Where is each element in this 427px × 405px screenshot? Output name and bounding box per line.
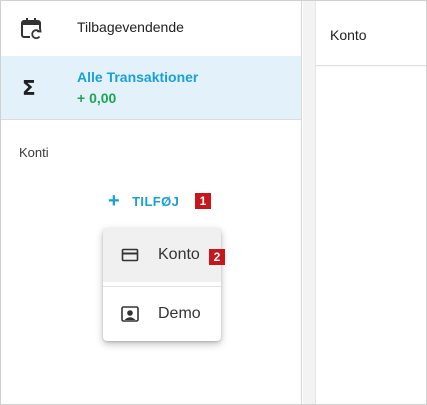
table-header: Konto (316, 0, 427, 66)
table-body (316, 67, 427, 405)
accounts-section-title: Konti (19, 145, 49, 160)
menu-item-konto[interactable]: Konto (103, 228, 221, 282)
card-icon (121, 248, 139, 262)
nav-item-label: Alle Transaktioner (77, 69, 199, 85)
nav-item-all-transactions[interactable]: Σ Alle Transaktioner + 0,00 (0, 56, 301, 120)
step-badge: 1 (195, 193, 211, 209)
step-badge: 2 (209, 249, 225, 265)
nav-item-recurring[interactable]: Tilbagevendende (0, 0, 301, 56)
panel-gutter (303, 0, 315, 405)
add-menu: Konto Demo (103, 228, 221, 341)
menu-item-label: Demo (158, 305, 201, 322)
plus-icon: + (108, 190, 121, 212)
balance-amount: + 0,00 (77, 90, 117, 106)
sigma-icon: Σ (22, 76, 36, 100)
main-panel: Konto (303, 0, 427, 405)
nav-item-label: Tilbagevendende (77, 19, 184, 35)
menu-item-demo[interactable]: Demo (103, 287, 221, 341)
column-header-konto[interactable]: Konto (330, 27, 367, 43)
menu-item-label: Konto (158, 246, 200, 263)
add-button-label: TILFØJ (132, 193, 180, 209)
calendar-refresh-icon (21, 18, 42, 40)
sidebar: Tilbagevendende Σ Alle Transaktioner + 0… (0, 0, 302, 405)
account-box-icon (121, 306, 139, 322)
add-button[interactable]: + TILFØJ (108, 190, 179, 212)
